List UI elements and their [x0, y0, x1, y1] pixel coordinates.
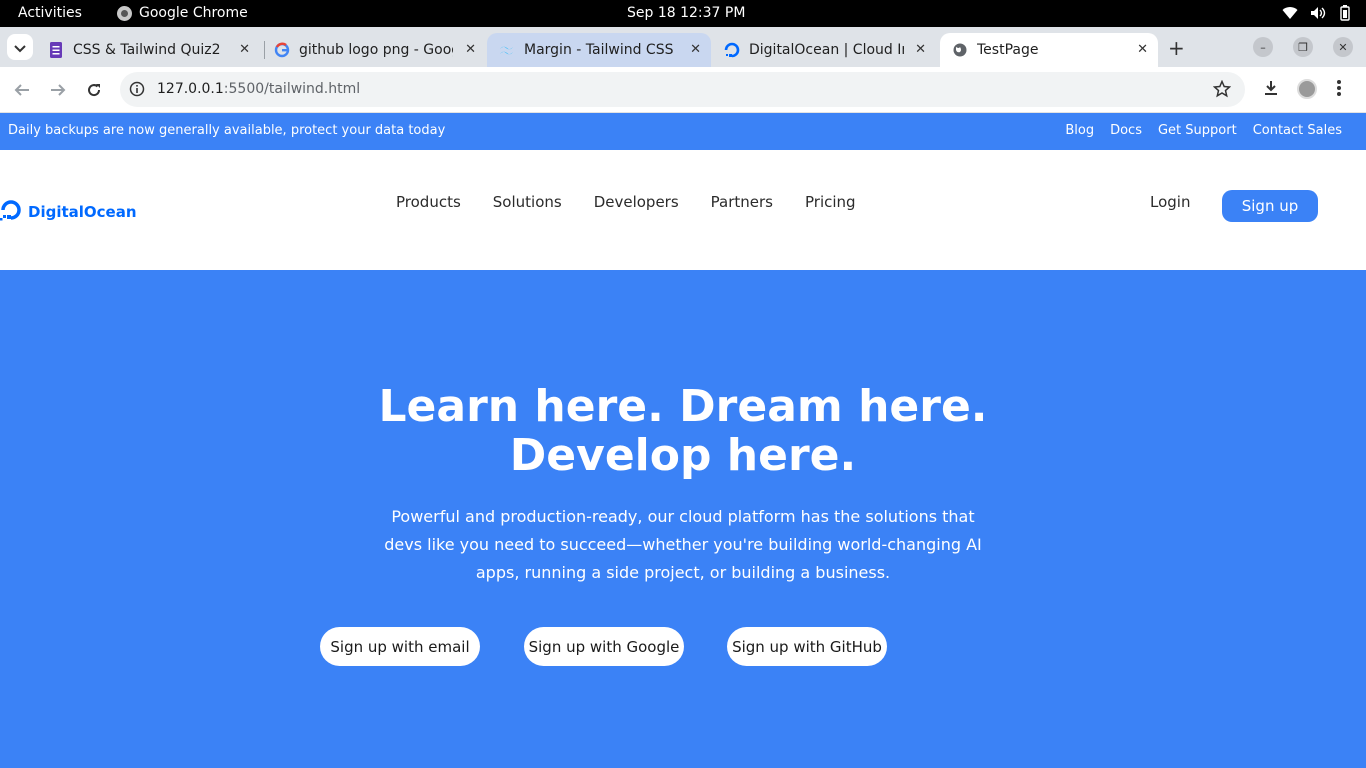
banner-link-contact-sales[interactable]: Contact Sales	[1253, 123, 1342, 138]
digitalocean-logo-icon	[0, 199, 22, 225]
battery-icon	[1338, 5, 1352, 21]
tab-github-search[interactable]: github logo png - Goog ✕	[262, 33, 486, 67]
app-menu[interactable]: Google Chrome	[117, 5, 248, 21]
menu-item-developers[interactable]: Developers	[594, 193, 679, 211]
digitalocean-icon	[724, 42, 740, 58]
hero-title-line-1: Learn here. Dream here.	[378, 381, 988, 432]
new-tab-plus-icon[interactable]: +	[1168, 36, 1185, 60]
app-name: Google Chrome	[139, 5, 248, 21]
activities-button[interactable]: Activities	[18, 5, 82, 21]
tab-search-button[interactable]	[7, 34, 33, 60]
tab-title: github logo png - Goog	[299, 42, 453, 58]
download-icon[interactable]	[1262, 79, 1280, 101]
os-top-bar: Activities Google Chrome Sep 18 12:37 PM	[0, 0, 1366, 27]
volume-icon	[1310, 6, 1326, 20]
chrome-icon	[117, 5, 132, 21]
tab-digitalocean[interactable]: DigitalOcean | Cloud In ✕	[712, 33, 936, 67]
hero-title-line-2: Develop here.	[509, 430, 857, 481]
announcement-banner: Daily backups are now generally availabl…	[0, 113, 1366, 150]
address-bar[interactable]: 127.0.0.1:5500/tailwind.html	[120, 72, 1245, 107]
site-navbar: DigitalOcean Products Solutions Develope…	[0, 150, 1366, 270]
forward-arrow-icon[interactable]	[47, 79, 69, 101]
digitalocean-logo[interactable]: DigitalOcean	[0, 199, 137, 225]
clock[interactable]: Sep 18 12:37 PM	[627, 5, 745, 21]
tab-testpage[interactable]: TestPage ✕	[940, 33, 1158, 67]
banner-link-get-support[interactable]: Get Support	[1158, 123, 1237, 138]
tab-title: Margin - Tailwind CSS	[524, 42, 674, 58]
web-page: Daily backups are now generally availabl…	[0, 113, 1366, 768]
signup-github-button[interactable]: Sign up with GitHub	[727, 627, 887, 666]
tab-title: CSS & Tailwind Quiz2	[73, 42, 221, 58]
login-link[interactable]: Login	[1150, 193, 1190, 211]
url-host: 127.0.0.1	[157, 81, 224, 97]
close-tab-icon[interactable]: ✕	[465, 42, 476, 57]
tab-css-quiz[interactable]: CSS & Tailwind Quiz2 ✕	[36, 33, 260, 67]
tab-title: TestPage	[977, 42, 1039, 58]
menu-item-products[interactable]: Products	[396, 193, 461, 211]
globe-icon	[952, 42, 968, 58]
signup-button[interactable]: Sign up	[1222, 190, 1318, 222]
wifi-icon	[1282, 6, 1298, 20]
profile-avatar[interactable]	[1297, 79, 1317, 99]
system-tray[interactable]	[1282, 5, 1352, 21]
back-arrow-icon[interactable]	[11, 79, 33, 101]
site-info-icon[interactable]	[129, 81, 145, 101]
url-text[interactable]: 127.0.0.1:5500/tailwind.html	[157, 81, 360, 97]
tab-tailwind-margin[interactable]: Margin - Tailwind CSS ✕	[487, 33, 711, 67]
menu-item-partners[interactable]: Partners	[711, 193, 773, 211]
bookmark-star-icon[interactable]	[1212, 79, 1232, 102]
chevron-down-icon	[14, 38, 26, 57]
more-menu-icon[interactable]	[1336, 79, 1342, 101]
hero-description: Powerful and production-ready, our cloud…	[384, 507, 982, 582]
tailwind-icon	[499, 42, 515, 58]
close-window-icon[interactable]: ✕	[1333, 37, 1353, 57]
tab-title: DigitalOcean | Cloud In	[749, 42, 904, 58]
forms-icon	[48, 42, 64, 58]
browser-toolbar: 127.0.0.1:5500/tailwind.html	[0, 67, 1366, 113]
tab-strip: CSS & Tailwind Quiz2 ✕ github logo png -…	[0, 27, 1366, 67]
reload-icon[interactable]	[83, 79, 105, 101]
signup-google-button[interactable]: Sign up with Google	[524, 627, 684, 666]
hero-section: Learn here. Dream here. Develop here. Po…	[0, 270, 1366, 768]
menu-item-solutions[interactable]: Solutions	[493, 193, 562, 211]
url-path: :5500/tailwind.html	[223, 81, 361, 97]
close-tab-icon[interactable]: ✕	[1137, 42, 1148, 57]
hero-title: Learn here. Dream here. Develop here.	[0, 382, 1366, 480]
close-tab-icon[interactable]: ✕	[690, 42, 701, 57]
banner-links: Blog Docs Get Support Contact Sales	[1065, 123, 1342, 138]
close-tab-icon[interactable]: ✕	[915, 42, 926, 57]
google-icon	[274, 42, 290, 58]
signup-email-button[interactable]: Sign up with email	[320, 627, 480, 666]
menu-item-pricing[interactable]: Pricing	[805, 193, 856, 211]
banner-link-docs[interactable]: Docs	[1110, 123, 1142, 138]
banner-message: Daily backups are now generally availabl…	[8, 123, 446, 138]
main-menu: Products Solutions Developers Partners P…	[396, 193, 856, 211]
close-tab-icon[interactable]: ✕	[239, 42, 250, 57]
restore-icon[interactable]: ❐	[1293, 37, 1313, 57]
banner-link-blog[interactable]: Blog	[1065, 123, 1094, 138]
minimize-icon[interactable]: –	[1253, 37, 1273, 57]
logo-text: DigitalOcean	[28, 203, 137, 221]
